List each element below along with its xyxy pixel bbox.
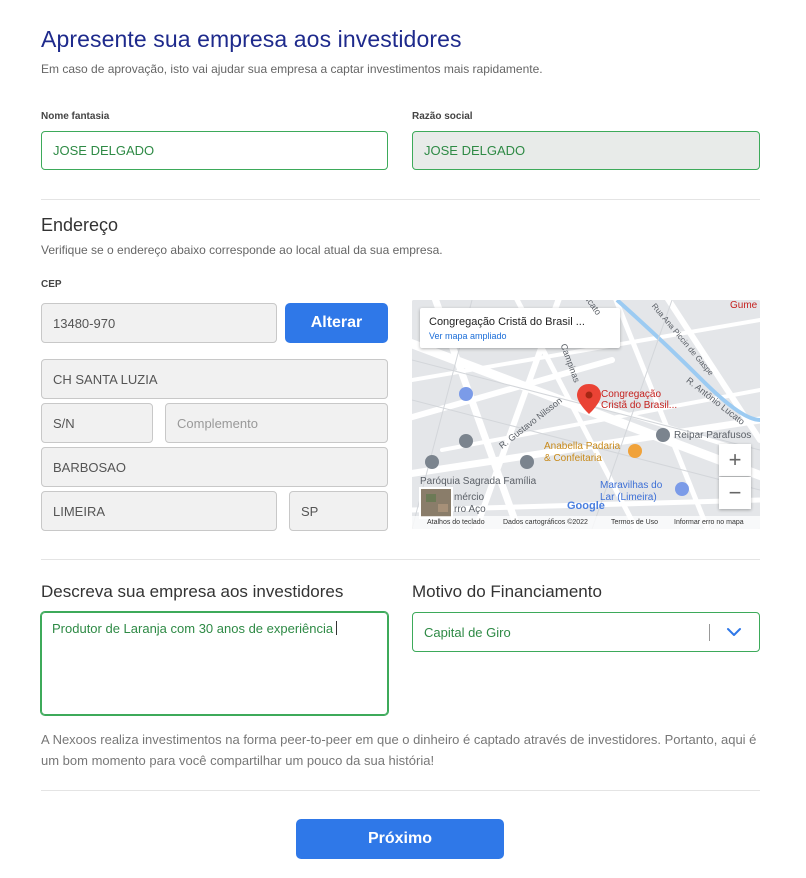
map-poi-comercio: mércio [454,492,485,503]
street-input[interactable]: CH SANTA LUZIA [41,359,388,399]
financing-title: Motivo do Financiamento [412,582,602,601]
map-place-label-line2: Cristã do Brasil... [601,400,678,411]
number-input[interactable]: S/N [41,403,153,443]
map-footer-report[interactable]: Informar erro no mapa [674,519,744,526]
map-poi-reipar: Reipar Parafusos [674,430,752,441]
section-divider-2 [41,559,760,560]
map-footer-shortcuts[interactable]: Atalhos do teclado [427,519,485,526]
map-poi-anabella-line2: & Confeitaria [544,453,602,464]
select-separator [709,624,710,641]
map-zoom-out-button[interactable]: − [719,477,751,509]
chevron-down-icon[interactable] [726,625,742,639]
alterar-button[interactable]: Alterar [285,303,388,343]
description-text: Produtor de Laranja com 30 anos de exper… [52,621,334,636]
map-poi-gume: Gume [730,300,758,311]
map-zoom-in-button[interactable]: + [719,444,751,476]
section-divider-3 [41,790,760,791]
city-input[interactable]: LIMEIRA [41,491,277,531]
complement-input[interactable]: Complemento [165,403,388,443]
cep-label: CEP [41,279,62,290]
map-embed[interactable]: Congregação Cristã do Brasil ... Ver map… [412,300,760,529]
map-info-card: Congregação Cristã do Brasil ... Ver map… [420,308,620,348]
razao-social-input[interactable]: JOSE DELGADO [412,131,760,170]
address-subtitle: Verifique se o endereço abaixo correspon… [41,243,443,257]
cep-input[interactable]: 13480-970 [41,303,277,343]
map-card-title: Congregação Cristã do Brasil ... [429,316,585,328]
razao-social-label: Razão social [412,111,473,122]
page-subtitle: Em caso de aprovação, isto vai ajudar su… [41,62,543,76]
section-divider [41,199,760,200]
map-poi-maravilhas-line1: Maravilhas do [600,480,663,491]
page-title: Apresente sua empresa aos investidores [41,26,462,52]
description-title: Descreva sua empresa aos investidores [41,582,344,601]
map-poi-maravilhas: Maravilhas do Lar (Limeira) [600,480,662,504]
map-poi-ferro: rro Aço [454,504,486,515]
map-place-label: Congregação Cristã do Brasil... [601,389,677,411]
map-card-link[interactable]: Ver mapa ampliado [429,331,611,341]
map-poi-anabella-line1: Anabella Padaria [544,441,621,452]
map-poi-maravilhas-line2: Lar (Limeira) [600,492,657,503]
map-footer-terms[interactable]: Termos de Uso [611,519,658,526]
description-textarea[interactable]: Produtor de Laranja com 30 anos de exper… [41,612,388,715]
description-note: A Nexoos realiza investimentos na forma … [41,732,757,768]
state-input[interactable]: SP [289,491,388,531]
financing-selected-value: Capital de Giro [424,624,511,640]
nome-fantasia-label: Nome fantasia [41,111,110,122]
map-footer-data: Dados cartográficos ©2022 [503,519,588,526]
next-button[interactable]: Próximo [296,819,504,859]
google-logo: Google [567,500,605,512]
map-poi-anabella: Anabella Padaria & Confeitaria [544,441,620,465]
address-title: Endereço [41,215,119,235]
nome-fantasia-input[interactable]: JOSE DELGADO [41,131,388,170]
text-caret [336,621,338,635]
financing-select[interactable]: Capital de Giro [412,612,760,652]
map-place-label-line1: Congregação [601,389,662,400]
neighborhood-input[interactable]: BARBOSAO [41,447,388,487]
map-poi-paroquia: Paróquia Sagrada Família [420,476,537,487]
